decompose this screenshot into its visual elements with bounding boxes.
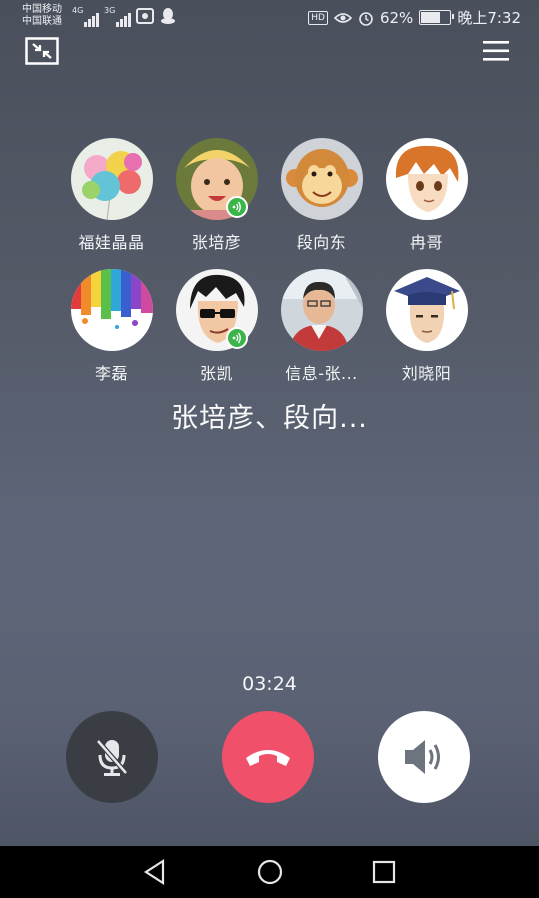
participant-name: 信息-张... [285, 364, 358, 383]
participant-name: 刘晓阳 [401, 364, 452, 383]
home-circle-icon[interactable] [256, 858, 284, 886]
hangup-button[interactable] [222, 711, 314, 803]
participant-name: 张凯 [199, 364, 233, 383]
signal-icon [84, 8, 100, 27]
back-triangle-icon[interactable] [142, 858, 168, 886]
system-nav-bar [0, 846, 539, 898]
hd-badge: HD [308, 10, 328, 25]
participant[interactable]: 冉哥 [374, 138, 479, 253]
participant[interactable]: 李磊 [59, 269, 164, 384]
participant[interactable]: 福娃晶晶 [59, 138, 164, 253]
network-type-2: 3G [104, 6, 116, 15]
minimize-button[interactable] [25, 37, 59, 65]
speaking-wave-icon [232, 332, 241, 344]
battery-icon [419, 10, 455, 25]
carrier-2: 中国联通 [22, 16, 62, 27]
mute-button[interactable] [66, 711, 158, 803]
participant[interactable]: 段向东 [269, 138, 374, 253]
participant[interactable]: 刘晓阳 [374, 269, 479, 384]
photo-app-icon [136, 8, 154, 24]
carrier-1: 中国移动 [22, 4, 62, 15]
participant-name: 福娃晶晶 [78, 233, 145, 252]
avatar [280, 138, 363, 220]
call-timer: 03:24 [242, 673, 297, 695]
phone-hangup-icon [246, 750, 290, 766]
participant-grid: 福娃晶晶 张培彦 段向东 冉哥 李磊 张凯 信息-张... 刘晓阳 [59, 138, 479, 384]
participant-name: 张培彦 [191, 233, 242, 252]
speaker-icon [405, 740, 440, 774]
avatar [385, 138, 468, 220]
participant[interactable]: 信息-张... [269, 269, 374, 384]
status-right: HD 62% 晚上7:32 [308, 7, 521, 28]
participant-name: 段向东 [296, 233, 347, 252]
alarm-icon [359, 11, 373, 26]
clock: 晚上7:32 [457, 9, 521, 27]
participant[interactable]: 张凯 [164, 269, 269, 384]
avatar [70, 269, 153, 351]
menu-button[interactable] [483, 40, 509, 62]
speaking-indicator [226, 196, 248, 218]
speaking-wave-icon [232, 201, 241, 213]
minimize-icon [25, 37, 59, 65]
qq-icon [161, 8, 175, 24]
participant-row: 李磊 张凯 信息-张... 刘晓阳 [59, 269, 479, 384]
network-type-1: 4G [72, 6, 84, 15]
speaker-button[interactable] [378, 711, 470, 803]
participant-name: 李磊 [94, 364, 128, 383]
call-title: 张培彦、段向... [171, 403, 368, 434]
eye-icon [333, 12, 352, 23]
speaking-indicator [226, 327, 248, 349]
status-bar: 中国移动 中国联通 4G 3G HD 62% 晚上7:32 [0, 0, 539, 34]
avatar [70, 138, 153, 220]
carrier-labels: 中国移动 中国联通 [22, 4, 62, 28]
participant-name: 冉哥 [409, 233, 443, 252]
mic-off-icon [96, 739, 128, 776]
menu-icon [483, 41, 509, 61]
recents-square-icon[interactable] [371, 858, 397, 886]
participant[interactable]: 张培彦 [164, 138, 269, 253]
battery-percent: 62% [379, 8, 414, 27]
signal-icon [116, 8, 132, 27]
avatar [385, 269, 468, 351]
participant-row: 福娃晶晶 张培彦 段向东 冉哥 [59, 138, 479, 253]
avatar [280, 269, 363, 351]
